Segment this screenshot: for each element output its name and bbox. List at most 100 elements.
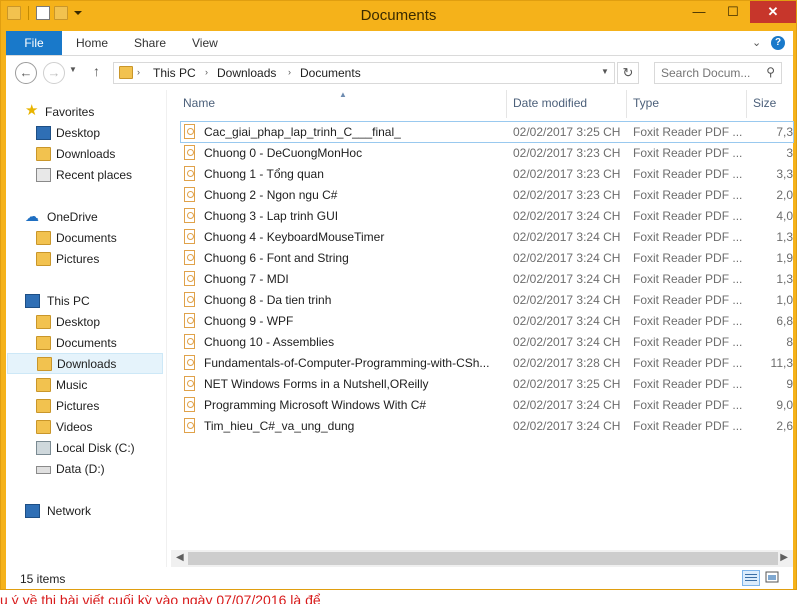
scroll-right-arrow-icon[interactable]: ▶ [780, 552, 788, 563]
file-size: 1,9 [776, 251, 793, 265]
file-date: 02/02/2017 3:24 CH [513, 398, 621, 412]
pdf-file-icon [184, 292, 195, 307]
folder-icon [119, 66, 133, 79]
file-type: Foxit Reader PDF ... [633, 146, 743, 160]
breadcrumb-this-pc[interactable]: This PC [153, 66, 196, 80]
search-icon[interactable]: ⚲ [766, 65, 775, 79]
cloud-icon: ☁ [25, 208, 39, 224]
minimize-button[interactable]: — [682, 1, 716, 23]
large-icons-view-button[interactable] [764, 570, 782, 586]
breadcrumb-chevron-icon[interactable]: › [205, 67, 208, 77]
breadcrumb-downloads[interactable]: Downloads [217, 66, 276, 80]
file-size: 3,3 [776, 167, 793, 181]
ribbon-tabs: File Home Share View ⌄ ? [6, 31, 793, 56]
file-row[interactable]: Chuong 9 - WPF 02/02/2017 3:24 CH Foxit Re… [181, 311, 793, 331]
breadcrumb-chevron-icon[interactable]: › [137, 67, 140, 77]
window-controls: — ☐ ✕ [682, 1, 796, 23]
file-size: 3 [786, 146, 793, 160]
pdf-file-icon [184, 208, 195, 223]
explorer-window: Documents — ☐ ✕ File Home Share View ⌄ ?… [0, 0, 797, 590]
tab-home[interactable]: Home [76, 31, 108, 55]
details-view-button[interactable] [742, 570, 760, 586]
pdf-file-icon [184, 166, 195, 181]
file-type: Foxit Reader PDF ... [633, 314, 743, 328]
search-box[interactable]: ⚲ [654, 62, 782, 84]
column-divider[interactable] [626, 90, 627, 118]
file-row[interactable]: NET Windows Forms in a Nutshell,OReilly 0… [181, 374, 793, 394]
main-content: ★ Favorites Desktop Downloads Recent pla… [6, 90, 794, 567]
file-type: Foxit Reader PDF ... [633, 272, 743, 286]
file-row[interactable]: Tim_hieu_C#_va_ung_dung 02/02/2017 3:24 C… [181, 416, 793, 436]
scrollbar-thumb[interactable] [188, 552, 778, 565]
column-header-size[interactable]: Size [753, 96, 776, 110]
file-row[interactable]: Chuong 4 - KeyboardMouseTimer 02/02/2017 … [181, 227, 793, 247]
file-size: 2,6 [776, 419, 793, 433]
scroll-left-arrow-icon[interactable]: ◀ [176, 552, 184, 563]
column-header-type[interactable]: Type [633, 96, 659, 110]
file-row[interactable]: Fundamentals-of-Computer-Programming-wit… [181, 353, 793, 373]
refresh-button[interactable]: ↻ [617, 62, 639, 84]
file-row[interactable]: Chuong 8 - Da tien trinh 02/02/2017 3:24 … [181, 290, 793, 310]
pdf-file-icon [184, 376, 195, 391]
file-list[interactable]: ▲ Name Date modified Type Size Cac_giai_… [171, 90, 794, 567]
window-title: Documents [360, 7, 437, 24]
tab-view[interactable]: View [192, 31, 218, 55]
tab-share[interactable]: Share [134, 31, 166, 55]
item-count: 15 items [20, 572, 66, 586]
folder-icon [36, 252, 51, 266]
star-icon: ★ [25, 102, 39, 119]
recent-locations-chevron-icon[interactable]: ▼ [69, 65, 77, 74]
horizontal-scrollbar[interactable]: ◀ ▶ [171, 550, 793, 567]
file-row[interactable]: Programming Microsoft Windows With C# 02/… [181, 395, 793, 415]
navigation-pane[interactable]: ★ Favorites Desktop Downloads Recent pla… [6, 90, 167, 567]
file-date: 02/02/2017 3:23 CH [513, 167, 621, 181]
back-button[interactable]: ← [15, 62, 37, 84]
file-date: 02/02/2017 3:24 CH [513, 314, 621, 328]
file-type: Foxit Reader PDF ... [633, 188, 743, 202]
file-row[interactable]: Chuong 1 - Tổng quan 02/02/2017 3:23 CH Fo… [181, 164, 793, 184]
close-button[interactable]: ✕ [750, 1, 796, 23]
file-date: 02/02/2017 3:23 CH [513, 146, 621, 160]
breadcrumb-documents[interactable]: Documents [300, 66, 361, 80]
file-type: Foxit Reader PDF ... [633, 167, 743, 181]
column-header-date[interactable]: Date modified [513, 96, 587, 110]
file-row[interactable]: Chuong 6 - Font and String 02/02/2017 3:2… [181, 248, 793, 268]
documents-folder-icon [36, 336, 51, 350]
forward-button[interactable]: → [43, 62, 65, 84]
pdf-file-icon [184, 250, 195, 265]
file-row[interactable]: Chuong 3 - Lap trinh GUI 02/02/2017 3:24 … [181, 206, 793, 226]
file-type: Foxit Reader PDF ... [633, 398, 743, 412]
expand-ribbon-chevron-icon[interactable]: ⌄ [752, 36, 761, 49]
file-row[interactable]: Cac_giai_phap_lap_trinh_C___final_ 02/02/… [180, 121, 794, 143]
nav-pc-downloads[interactable]: Downloads [7, 353, 163, 374]
file-row[interactable]: Chuong 10 - Assemblies 02/02/2017 3:24 CH… [181, 332, 793, 352]
column-divider[interactable] [506, 90, 507, 118]
column-header-name[interactable]: Name [183, 96, 215, 110]
music-folder-icon [36, 378, 51, 392]
file-row[interactable]: Chuong 2 - Ngon ngu C# 02/02/2017 3:23 CH… [181, 185, 793, 205]
file-name: NET Windows Forms in a Nutshell,OReilly [204, 377, 429, 391]
address-dropdown-chevron-icon[interactable]: ▼ [601, 67, 609, 76]
file-row[interactable]: Chuong 0 - DeCuongMonHoc 02/02/2017 3:23 … [181, 143, 793, 163]
title-bar[interactable]: Documents — ☐ ✕ [1, 1, 796, 31]
file-size: 4,0 [776, 209, 793, 223]
file-size: 9,0 [776, 398, 793, 412]
search-input[interactable] [661, 65, 761, 81]
file-date: 02/02/2017 3:25 CH [513, 125, 621, 139]
address-bar[interactable]: › This PC › Downloads › Documents ▼ [113, 62, 615, 84]
column-divider[interactable] [746, 90, 747, 118]
tab-file[interactable]: File [6, 31, 62, 55]
file-size: 9 [786, 377, 793, 391]
help-icon[interactable]: ? [771, 36, 785, 50]
recent-places-icon [36, 168, 51, 182]
maximize-button[interactable]: ☐ [716, 1, 750, 23]
file-type: Foxit Reader PDF ... [633, 125, 743, 139]
up-arrow-icon[interactable]: ↑ [93, 63, 100, 79]
desktop-icon [36, 126, 51, 140]
file-row[interactable]: Chuong 7 - MDI 02/02/2017 3:24 CH Foxit Re… [181, 269, 793, 289]
pdf-file-icon [184, 355, 195, 370]
pdf-file-icon [184, 418, 195, 433]
file-type: Foxit Reader PDF ... [633, 419, 743, 433]
file-name: Chuong 7 - MDI [204, 272, 289, 286]
breadcrumb-chevron-icon[interactable]: › [288, 67, 291, 77]
